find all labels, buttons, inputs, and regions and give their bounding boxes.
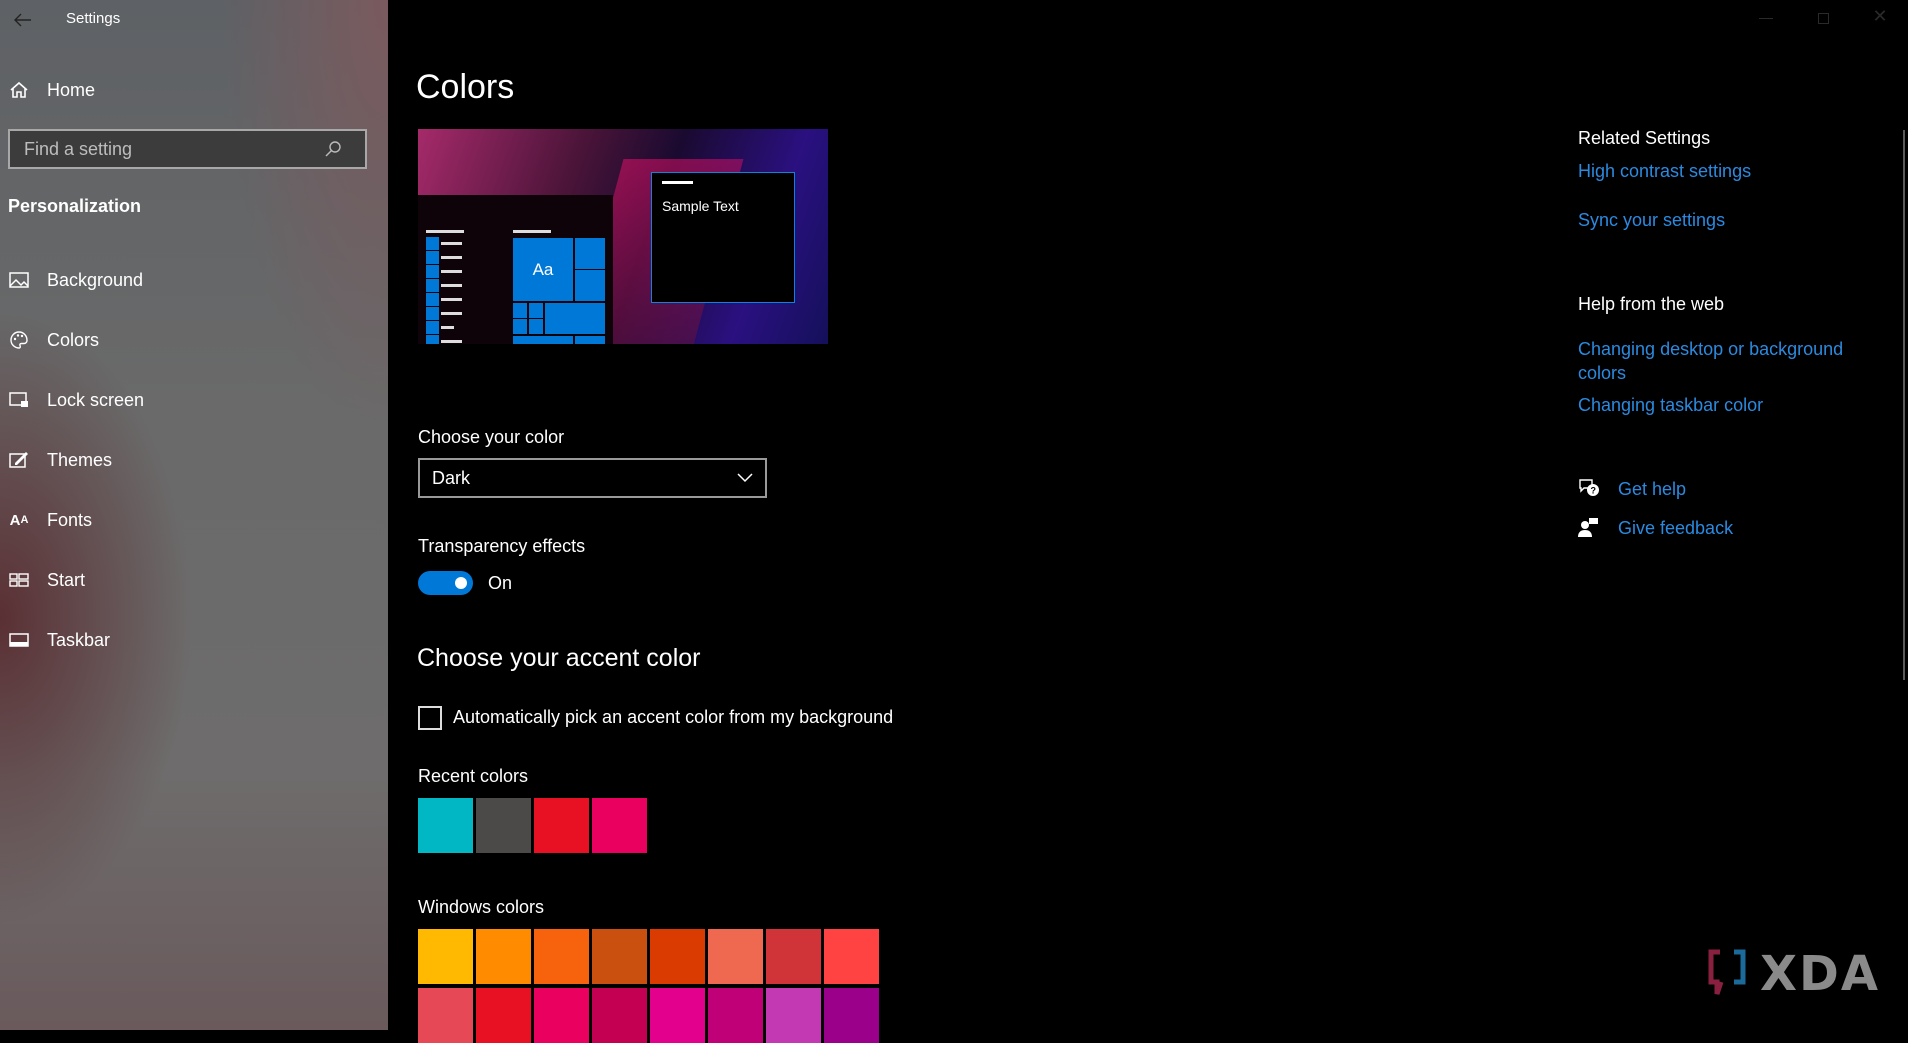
search-box[interactable] — [8, 129, 367, 169]
preview-tile-text: Aa — [513, 238, 573, 301]
windows-color-swatch[interactable] — [418, 929, 473, 984]
sidebar-item-taskbar[interactable]: Taskbar — [0, 616, 388, 664]
windows-color-swatch[interactable] — [824, 929, 879, 984]
windows-color-swatch[interactable] — [592, 929, 647, 984]
fonts-icon: AA — [9, 511, 29, 529]
sidebar: Settings Home Personalization Background… — [0, 0, 388, 1030]
windows-color-swatch[interactable] — [650, 929, 705, 984]
back-button[interactable] — [8, 6, 38, 34]
lock-screen-icon — [9, 390, 29, 410]
themes-icon — [9, 450, 29, 470]
recent-color-swatch[interactable] — [534, 798, 589, 853]
link-line: Changing desktop or background — [1578, 339, 1844, 359]
windows-color-swatch[interactable] — [592, 988, 647, 1043]
related-heading: Related Settings — [1578, 128, 1711, 148]
start-icon — [9, 570, 29, 590]
preview-sample-text: Sample Text — [662, 198, 739, 214]
recent-color-swatch[interactable] — [476, 798, 531, 853]
theme-preview: Aa Sample Text — [418, 129, 828, 344]
recent-color-swatch[interactable] — [592, 798, 647, 853]
help-heading: Help from the web — [1578, 294, 1725, 314]
auto-pick-label: Automatically pick an accent color from … — [453, 707, 894, 727]
recent-colors-label: Recent colors — [418, 766, 529, 786]
back-arrow-icon — [14, 13, 31, 27]
sidebar-item-background[interactable]: Background — [0, 256, 388, 304]
svg-text:?: ? — [1591, 486, 1597, 496]
sidebar-item-label: Background — [47, 269, 144, 290]
windows-color-swatch[interactable] — [708, 929, 763, 984]
give-feedback-link[interactable]: Give feedback — [1618, 518, 1733, 539]
transparency-label: Transparency effects — [418, 536, 586, 556]
windows-color-swatch[interactable] — [418, 988, 473, 1043]
windows-color-swatch[interactable] — [534, 929, 589, 984]
windows-color-swatch[interactable] — [708, 988, 763, 1043]
give-feedback-icon — [1578, 518, 1598, 537]
sidebar-item-label: Taskbar — [47, 629, 111, 650]
search-icon[interactable] — [324, 140, 342, 158]
sidebar-item-themes[interactable]: Themes — [0, 436, 388, 484]
search-input[interactable] — [10, 138, 320, 160]
sidebar-item-label: Start — [47, 569, 86, 590]
windows-color-swatch[interactable] — [534, 988, 589, 1043]
sidebar-item-label: Fonts — [47, 509, 93, 530]
scrollbar[interactable] — [1903, 130, 1905, 680]
recent-color-swatch[interactable] — [418, 798, 473, 853]
dropdown-value: Dark — [432, 467, 471, 488]
transparency-toggle[interactable] — [418, 571, 473, 595]
windows-color-swatch[interactable] — [476, 929, 531, 984]
home-icon — [9, 80, 29, 100]
changing-desktop-link[interactable]: Changing desktop or background colors — [1578, 337, 1843, 385]
sync-settings-link[interactable]: Sync your settings — [1578, 210, 1725, 231]
windows-color-swatch[interactable] — [476, 988, 531, 1043]
accent-heading: Choose your accent color — [417, 644, 701, 672]
choose-color-dropdown[interactable]: Dark — [418, 458, 767, 498]
minimize-button[interactable] — [1748, 6, 1784, 30]
sidebar-item-label: Themes — [47, 449, 113, 470]
auto-pick-checkbox[interactable] — [418, 706, 442, 730]
section-heading: Personalization — [8, 196, 142, 216]
transparency-state: On — [488, 573, 513, 593]
windows-colors-label: Windows colors — [418, 897, 545, 917]
link-line: colors — [1578, 363, 1627, 383]
sidebar-item-home[interactable]: Home — [0, 66, 388, 114]
watermark-text: XDA — [1760, 946, 1880, 1002]
windows-color-swatch[interactable] — [824, 988, 879, 1043]
sidebar-item-lock-screen[interactable]: Lock screen — [0, 376, 388, 424]
xda-watermark-logo: XDA — [1708, 946, 1880, 1002]
chevron-down-icon — [737, 473, 753, 483]
sidebar-item-colors[interactable]: Colors — [0, 316, 388, 364]
sidebar-item-label: Colors — [47, 329, 100, 350]
home-label: Home — [47, 79, 96, 100]
maximize-button[interactable] — [1806, 6, 1842, 30]
sidebar-item-start[interactable]: Start — [0, 556, 388, 604]
high-contrast-link[interactable]: High contrast settings — [1578, 161, 1751, 182]
changing-taskbar-link[interactable]: Changing taskbar color — [1578, 395, 1763, 416]
windows-color-swatch[interactable] — [650, 988, 705, 1043]
close-button[interactable]: ✕ — [1862, 6, 1898, 30]
sidebar-item-label: Lock screen — [47, 389, 145, 410]
get-help-icon: ? — [1579, 479, 1599, 496]
windows-color-swatch[interactable] — [766, 988, 821, 1043]
page-title: Colors — [416, 68, 515, 106]
taskbar-icon — [9, 630, 29, 650]
choose-color-label: Choose your color — [418, 427, 565, 447]
get-help-link[interactable]: Get help — [1618, 479, 1686, 500]
image-icon — [9, 270, 29, 290]
sidebar-item-fonts[interactable]: AA Fonts — [0, 496, 388, 544]
windows-color-swatch[interactable] — [766, 929, 821, 984]
palette-icon — [9, 330, 29, 350]
window-title: Settings — [66, 10, 121, 27]
